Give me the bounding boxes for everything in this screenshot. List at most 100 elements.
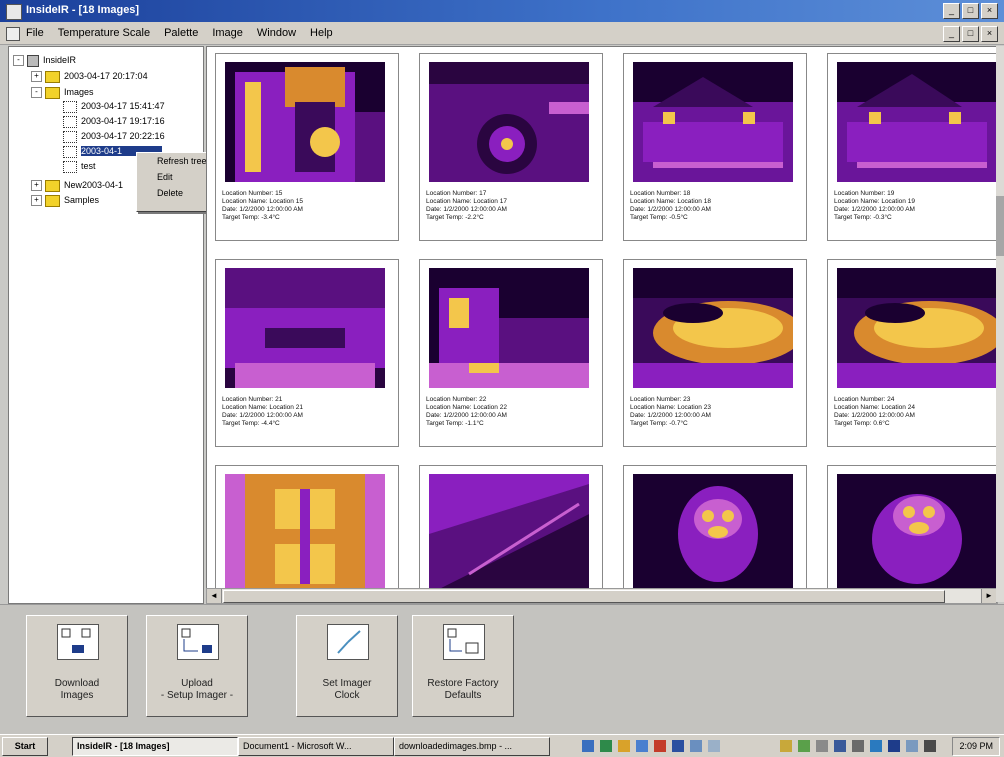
image-card[interactable] xyxy=(827,465,997,589)
computer-icon xyxy=(27,54,39,67)
expand-icon[interactable]: + xyxy=(31,71,42,83)
quicklaunch-icon[interactable] xyxy=(636,740,648,752)
thermal-thumbnail[interactable] xyxy=(837,268,997,388)
open-folder-icon xyxy=(45,86,60,99)
expand-icon[interactable]: + xyxy=(31,180,42,192)
quicklaunch-icon[interactable] xyxy=(690,740,702,752)
tray-icon[interactable] xyxy=(870,740,882,752)
app-icon[interactable] xyxy=(6,4,22,20)
tree-item-folder1[interactable]: +2003-04-17 20:17:04 xyxy=(31,69,148,83)
quicklaunch-icon[interactable] xyxy=(600,740,612,752)
thermal-thumbnail[interactable] xyxy=(837,474,997,589)
tree-item-image-set[interactable]: 2003-04-17 15:41:47 xyxy=(63,99,165,113)
quicklaunch-icon[interactable] xyxy=(654,740,666,752)
tree-item-test[interactable]: test xyxy=(63,159,96,173)
tray-icon[interactable] xyxy=(852,740,864,752)
thermal-thumbnail[interactable] xyxy=(429,268,589,388)
menu-image[interactable]: Image xyxy=(210,27,245,39)
collapse-icon[interactable]: - xyxy=(31,87,42,99)
child-close-button[interactable]: × xyxy=(981,26,998,42)
scroll-right-icon[interactable]: ► xyxy=(981,589,997,603)
upload-setup-imager-button[interactable]: Upload - Setup Imager - xyxy=(146,615,248,717)
thermal-thumbnail[interactable] xyxy=(633,474,793,589)
image-card[interactable] xyxy=(623,465,807,589)
image-card[interactable] xyxy=(215,465,399,589)
thermal-thumbnail[interactable] xyxy=(429,474,589,589)
thermal-thumbnail[interactable] xyxy=(429,62,589,182)
taskbar-item-image-viewer[interactable]: downloadedimages.bmp - ... xyxy=(394,737,550,756)
start-button[interactable]: Start xyxy=(2,737,48,756)
expand-icon[interactable]: + xyxy=(31,195,42,207)
image-info: Location Number: 24 Location Name: Locat… xyxy=(834,396,915,427)
image-card[interactable]: Location Number: 23 Location Name: Locat… xyxy=(623,259,807,447)
thermal-thumbnail[interactable] xyxy=(225,474,385,589)
thermal-thumbnail[interactable] xyxy=(633,268,793,388)
image-card[interactable]: Location Number: 19 Location Name: Locat… xyxy=(827,53,997,241)
folder-icon xyxy=(45,179,60,192)
image-info: Location Number: 19 Location Name: Locat… xyxy=(834,190,915,221)
tray-icon[interactable] xyxy=(834,740,846,752)
taskbar-item-insideir[interactable]: InsideIR - [18 Images] xyxy=(72,737,238,756)
tree-item-image-set[interactable]: 2003-04-17 20:22:16 xyxy=(63,129,165,143)
tray-icon[interactable] xyxy=(888,740,900,752)
taskbar-item-word-document[interactable]: Document1 - Microsoft W... xyxy=(238,737,394,756)
restore-factory-defaults-button[interactable]: Restore Factory Defaults xyxy=(412,615,514,717)
menu-file[interactable]: File xyxy=(24,27,46,39)
image-card[interactable] xyxy=(419,465,603,589)
quicklaunch-icon[interactable] xyxy=(582,740,594,752)
thermal-thumbnail[interactable] xyxy=(225,268,385,388)
menu-help[interactable]: Help xyxy=(308,27,335,39)
vertical-scrollbar[interactable] xyxy=(996,46,1004,602)
document-icon[interactable] xyxy=(6,27,20,41)
tray-icon[interactable] xyxy=(780,740,792,752)
menu-bar: File Temperature Scale Palette Image Win… xyxy=(0,22,1004,45)
close-button[interactable]: × xyxy=(981,3,998,19)
tray-icon[interactable] xyxy=(924,740,936,752)
restore-icon xyxy=(443,624,485,660)
image-set-icon xyxy=(63,130,77,143)
quicklaunch-icon[interactable] xyxy=(618,740,630,752)
image-card[interactable]: Location Number: 24 Location Name: Locat… xyxy=(827,259,997,447)
tray-icon[interactable] xyxy=(816,740,828,752)
menu-temperature-scale[interactable]: Temperature Scale xyxy=(56,27,152,39)
thermal-thumbnail[interactable] xyxy=(837,62,997,182)
thermal-thumbnail[interactable] xyxy=(633,62,793,182)
set-imager-clock-button[interactable]: Set Imager Clock xyxy=(296,615,398,717)
thermal-thumbnail[interactable] xyxy=(225,62,385,182)
horizontal-scrollbar[interactable]: ◄ ► xyxy=(206,588,998,604)
download-images-button[interactable]: Download Images xyxy=(26,615,128,717)
action-toolbar: Download Images Upload - Setup Imager - … xyxy=(0,604,1004,735)
tray-icon[interactable] xyxy=(798,740,810,752)
image-set-icon xyxy=(63,145,77,158)
menu-palette[interactable]: Palette xyxy=(162,27,200,39)
image-set-icon xyxy=(63,100,77,113)
maximize-button[interactable]: □ xyxy=(962,3,979,19)
image-card[interactable]: Location Number: 21 Location Name: Locat… xyxy=(215,259,399,447)
system-clock[interactable]: 2:09 PM xyxy=(952,737,1000,756)
image-info: Location Number: 15 Location Name: Locat… xyxy=(222,190,303,221)
tray-icon[interactable] xyxy=(906,740,918,752)
scrollbar-thumb[interactable] xyxy=(223,590,945,603)
image-card[interactable]: Location Number: 17 Location Name: Locat… xyxy=(419,53,603,241)
collapse-icon[interactable]: - xyxy=(13,55,24,67)
image-card[interactable]: Location Number: 18 Location Name: Locat… xyxy=(623,53,807,241)
folder-tree[interactable]: - InsideIR +2003-04-17 20:17:04 - Images 2… xyxy=(8,46,204,604)
scroll-left-icon[interactable]: ◄ xyxy=(207,589,222,603)
quicklaunch-icon[interactable] xyxy=(708,740,720,752)
image-card[interactable]: Location Number: 15 Location Name: Locat… xyxy=(215,53,399,241)
quicklaunch-icon[interactable] xyxy=(672,740,684,752)
minimize-button[interactable]: _ xyxy=(943,3,960,19)
tree-item-samples[interactable]: + Samples xyxy=(31,193,99,207)
image-set-icon xyxy=(63,160,77,173)
vertical-scrollbar-thumb[interactable] xyxy=(996,196,1004,256)
tree-item-image-set[interactable]: 2003-04-17 19:17:16 xyxy=(63,114,165,128)
image-set-icon xyxy=(63,115,77,128)
image-card[interactable]: Location Number: 22 Location Name: Locat… xyxy=(419,259,603,447)
tree-item-images[interactable]: - Images xyxy=(31,85,94,99)
child-restore-button[interactable]: □ xyxy=(962,26,979,42)
child-minimize-button[interactable]: _ xyxy=(943,26,960,42)
taskbar: Start InsideIR - [18 Images] Document1 -… xyxy=(0,734,1004,757)
menu-window[interactable]: Window xyxy=(255,27,298,39)
tree-item-folder2[interactable]: + New2003-04-1 xyxy=(31,178,123,192)
tree-root[interactable]: - InsideIR xyxy=(13,53,76,67)
